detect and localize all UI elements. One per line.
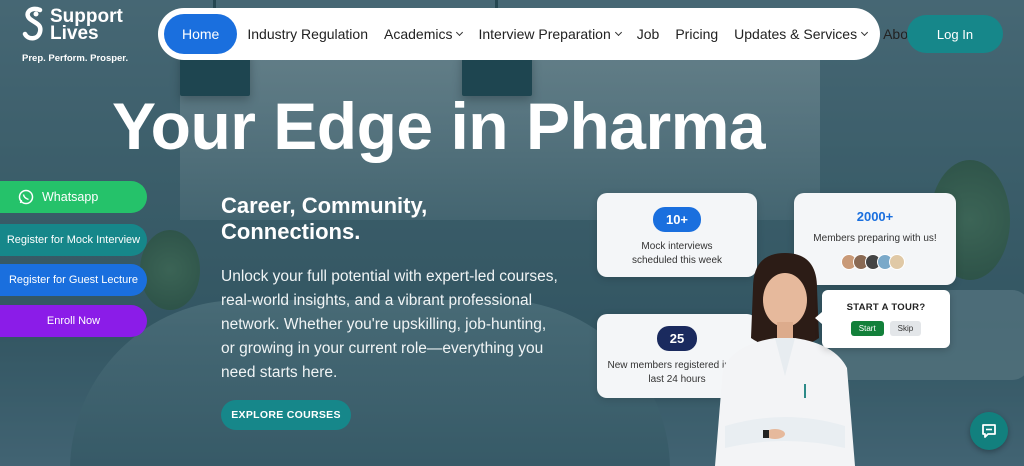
nav-label: Home (182, 26, 220, 42)
nav-industry-regulation[interactable]: Industry Regulation (239, 14, 376, 54)
nav-label: Academics (384, 26, 453, 42)
chevron-down-icon (456, 28, 464, 37)
nav-label: Industry Regulation (247, 26, 368, 42)
nav-pricing[interactable]: Pricing (667, 14, 726, 54)
whatsapp-button[interactable]: Whatsapp (0, 181, 147, 213)
avatar (889, 254, 905, 270)
chevron-down-icon (861, 28, 869, 37)
stat-label: Members preparing with us! (813, 233, 937, 244)
nav-updates-services[interactable]: Updates & Services (726, 14, 875, 54)
hero-subheading: Career, Community, Connections. (221, 193, 428, 244)
tour-title: START A TOUR? (846, 302, 926, 313)
nav-home[interactable]: Home (164, 14, 238, 54)
stat-value: 10+ (652, 207, 702, 232)
nav-label: Job (636, 26, 660, 42)
brand-tagline: Prep. Perform. Prosper. (22, 53, 129, 64)
whatsapp-icon (18, 189, 34, 205)
nav-job[interactable]: Job (629, 14, 668, 54)
chat-icon (982, 424, 996, 438)
hero-title: Your Edge in Pharma (112, 89, 766, 163)
chevron-down-icon (614, 28, 622, 37)
explore-courses-button[interactable]: EXPLORE COURSES (221, 400, 351, 430)
logo-mark-icon (22, 6, 43, 41)
doctor-image (715, 253, 855, 466)
login-button[interactable]: Log In (907, 15, 1003, 53)
tour-start-button[interactable]: Start (850, 321, 884, 336)
hero-description: Unlock your full potential with expert-l… (221, 268, 558, 381)
stat-value: 25 (656, 326, 698, 351)
nav-label: Updates & Services (734, 26, 858, 42)
nav-academics[interactable]: Academics (376, 14, 470, 54)
nav-label: Interview Preparation (478, 26, 611, 42)
stat-value: 2000+ (856, 209, 894, 224)
chat-button[interactable] (970, 412, 1008, 450)
start-tour-popup: START A TOUR? Start Skip (815, 290, 950, 348)
register-guest-lecture-button[interactable]: Register for Guest Lecture (0, 264, 147, 296)
register-mock-interview-button[interactable]: Register for Mock Interview (0, 224, 147, 256)
main-nav: Home Industry Regulation Academics Inter… (158, 8, 941, 60)
enroll-now-button[interactable]: Enroll Now (0, 305, 147, 337)
tour-skip-button[interactable]: Skip (889, 321, 922, 336)
brand-name: Support Lives (50, 6, 123, 44)
nav-label: Pricing (675, 26, 719, 42)
whatsapp-label: Whatsapp (42, 190, 99, 204)
nav-interview-preparation[interactable]: Interview Preparation (470, 14, 628, 54)
